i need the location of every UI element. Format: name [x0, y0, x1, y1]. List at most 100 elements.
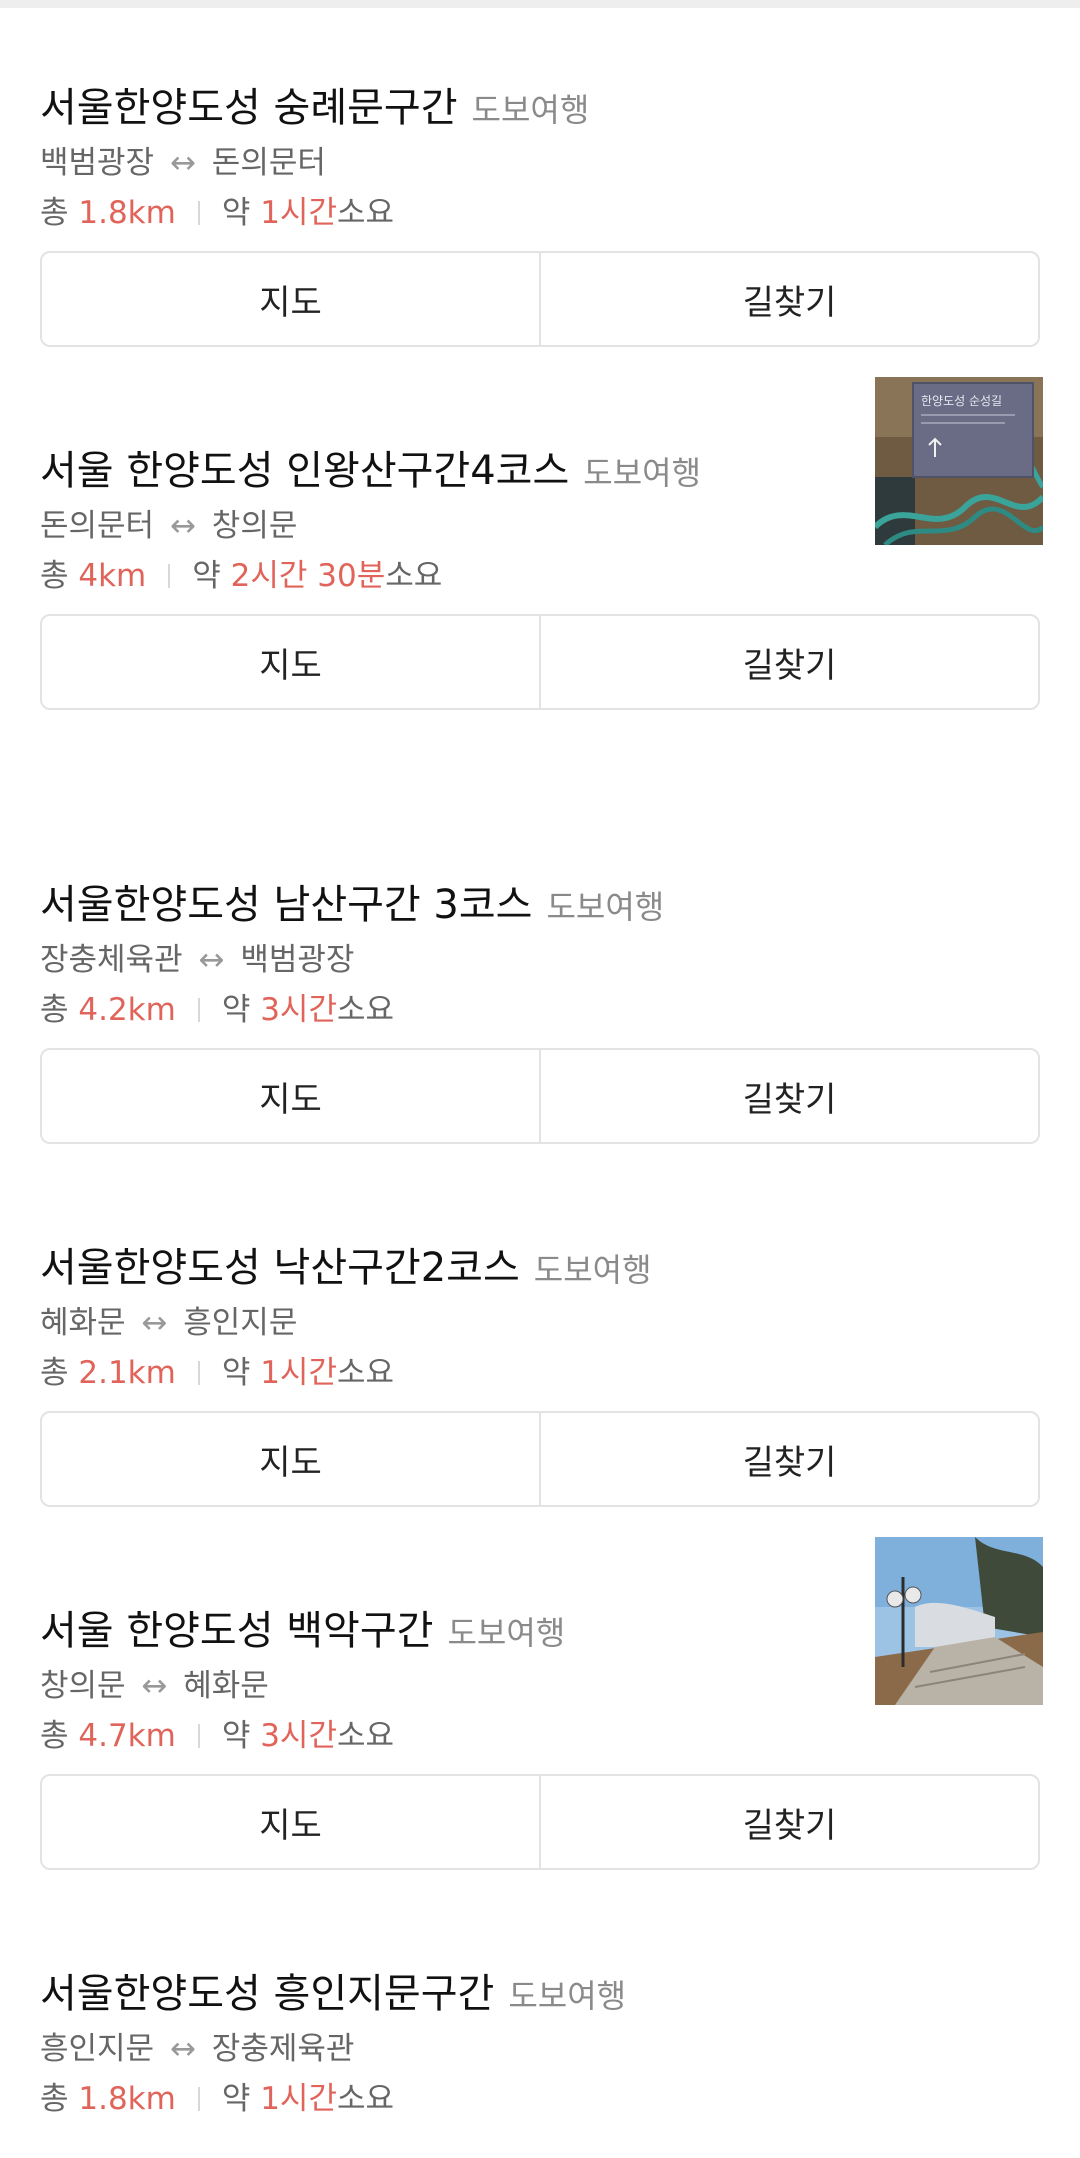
time-suffix: 소요	[336, 2081, 395, 2117]
course-name[interactable]: 서울 한양도성 백악구간	[40, 1608, 433, 1654]
distance-value: 4.2km	[78, 992, 176, 1028]
course-actions: 지도 길찾기	[40, 251, 1040, 347]
course-name[interactable]: 서울한양도성 남산구간 3코스	[40, 882, 532, 928]
course-actions: 지도 길찾기	[40, 614, 1040, 710]
time-prefix: 약	[221, 1718, 261, 1754]
directions-button[interactable]: 길찾기	[539, 253, 1038, 345]
time-suffix: 소요	[385, 558, 443, 594]
distance-value: 1.8km	[78, 195, 176, 231]
course-type: 도보여행	[447, 1614, 566, 1652]
course-name[interactable]: 서울한양도성 낙산구간2코스	[40, 1245, 520, 1291]
map-button[interactable]: 지도	[42, 1776, 539, 1868]
course-name[interactable]: 서울한양도성 숭례문구간	[40, 85, 458, 131]
route-end: 창의문	[211, 508, 298, 544]
directions-button[interactable]: 길찾기	[539, 1776, 1038, 1868]
bidirectional-arrow-icon: ↔	[198, 942, 225, 978]
course-actions: 지도 길찾기	[40, 1774, 1040, 1870]
course-title[interactable]: 서울 한양도성 인왕산구간4코스 도보여행	[40, 438, 701, 496]
time-prefix: 약	[221, 1355, 261, 1391]
course-name[interactable]: 서울한양도성 흥인지문구간	[40, 1971, 494, 2017]
route-start: 장충체육관	[40, 942, 183, 978]
directions-button[interactable]: 길찾기	[539, 1413, 1038, 1505]
route-start: 백범광장	[40, 145, 155, 181]
course-thumbnail-image[interactable]: 한양도성 순성길	[875, 377, 1043, 545]
course-list-page: 서울한양도성 숭례문구간 도보여행 백범광장 ↔ 돈의문터 총 1.8km 약 1시…	[0, 0, 1080, 2158]
course-thumbnail-image[interactable]	[875, 1537, 1043, 1705]
route-end: 백범광장	[240, 942, 355, 978]
stats-divider	[168, 564, 171, 588]
top-divider	[0, 0, 1080, 8]
route-end: 장충제육관	[211, 2031, 355, 2067]
route-end: 돈의문터	[211, 145, 326, 181]
course-title[interactable]: 서울한양도성 숭례문구간 도보여행	[40, 75, 589, 133]
course-stats: 총 4.7km 약 3시간소요	[40, 1710, 394, 1755]
time-value: 3시간	[260, 1718, 337, 1754]
distance-value: 4.7km	[78, 1718, 176, 1754]
course-route: 창의문 ↔ 혜화문	[40, 1660, 269, 1705]
map-button[interactable]: 지도	[42, 253, 539, 345]
course-type: 도보여행	[508, 1977, 627, 2015]
course-item[interactable]: 서울한양도성 숭례문구간 도보여행 백범광장 ↔ 돈의문터 총 1.8km 약 1시…	[0, 75, 1080, 375]
route-start: 흥인지문	[40, 2031, 155, 2067]
route-end: 흥인지문	[183, 1305, 298, 1341]
course-title[interactable]: 서울 한양도성 백악구간 도보여행	[40, 1598, 565, 1656]
course-name[interactable]: 서울 한양도성 인왕산구간4코스	[40, 448, 569, 494]
map-button[interactable]: 지도	[42, 1050, 539, 1142]
course-title[interactable]: 서울한양도성 낙산구간2코스 도보여행	[40, 1235, 652, 1293]
course-item[interactable]: 서울한양도성 남산구간 3코스 도보여행 장충체육관 ↔ 백범광장 총 4.2km…	[0, 872, 1080, 1172]
course-route: 흥인지문 ↔ 장충제육관	[40, 2023, 354, 2068]
course-route: 장충체육관 ↔ 백범광장	[40, 934, 354, 979]
map-button[interactable]: 지도	[42, 1413, 539, 1505]
route-start: 혜화문	[40, 1305, 126, 1341]
course-route: 혜화문 ↔ 흥인지문	[40, 1297, 297, 1342]
course-stats: 총 1.8km 약 1시간소요	[40, 2073, 394, 2118]
bidirectional-arrow-icon: ↔	[169, 2031, 196, 2067]
distance-value: 1.8km	[78, 2081, 176, 2117]
bidirectional-arrow-icon: ↔	[141, 1305, 168, 1341]
course-stats: 총 2.1km 약 1시간소요	[40, 1347, 394, 1392]
time-prefix: 약	[221, 195, 261, 231]
distance-prefix: 총	[40, 2081, 79, 2117]
time-suffix: 소요	[336, 1355, 395, 1391]
distance-prefix: 총	[40, 1355, 79, 1391]
distance-prefix: 총	[40, 558, 79, 594]
course-route: 백범광장 ↔ 돈의문터	[40, 137, 326, 182]
route-start: 창의문	[40, 1668, 126, 1704]
course-type: 도보여행	[546, 888, 665, 926]
time-prefix: 약	[221, 2081, 261, 2117]
map-button[interactable]: 지도	[42, 616, 539, 708]
course-stats: 총 1.8km 약 1시간소요	[40, 187, 394, 232]
time-suffix: 소요	[336, 1718, 395, 1754]
distance-prefix: 총	[40, 1718, 79, 1754]
course-stats: 총 4km 약 2시간 30분소요	[40, 550, 442, 595]
directions-button[interactable]: 길찾기	[539, 1050, 1038, 1142]
course-item[interactable]: 서울한양도성 낙산구간2코스 도보여행 혜화문 ↔ 흥인지문 총 2.1km 약 1…	[0, 1235, 1080, 1535]
time-value: 1시간	[260, 1355, 337, 1391]
course-route: 돈의문터 ↔ 창의문	[40, 500, 297, 545]
time-prefix: 약	[221, 992, 261, 1028]
bidirectional-arrow-icon: ↔	[169, 145, 196, 181]
time-prefix: 약	[192, 558, 231, 594]
stats-divider	[197, 998, 200, 1022]
bidirectional-arrow-icon: ↔	[141, 1668, 168, 1704]
route-start: 돈의문터	[40, 508, 155, 544]
route-end: 혜화문	[183, 1668, 269, 1704]
stats-divider	[197, 1361, 200, 1385]
stats-divider	[197, 2087, 200, 2111]
distance-value: 2.1km	[78, 1355, 176, 1391]
course-type: 도보여행	[533, 1251, 652, 1289]
distance-prefix: 총	[40, 195, 79, 231]
course-title[interactable]: 서울한양도성 남산구간 3코스 도보여행	[40, 872, 664, 930]
directions-button[interactable]: 길찾기	[539, 616, 1038, 708]
course-stats: 총 4.2km 약 3시간소요	[40, 984, 394, 1029]
distance-value: 4km	[78, 558, 147, 594]
course-actions: 지도 길찾기	[40, 1048, 1040, 1144]
course-item[interactable]: 서울한양도성 흥인지문구간 도보여행 흥인지문 ↔ 장충제육관 총 1.8km 약 …	[0, 1961, 1080, 2158]
course-title[interactable]: 서울한양도성 흥인지문구간 도보여행	[40, 1961, 626, 2019]
time-value: 1시간	[260, 2081, 337, 2117]
bidirectional-arrow-icon: ↔	[169, 508, 196, 544]
time-value: 3시간	[260, 992, 337, 1028]
stats-divider	[197, 201, 200, 225]
time-value: 1시간	[260, 195, 337, 231]
stats-divider	[197, 1724, 200, 1748]
